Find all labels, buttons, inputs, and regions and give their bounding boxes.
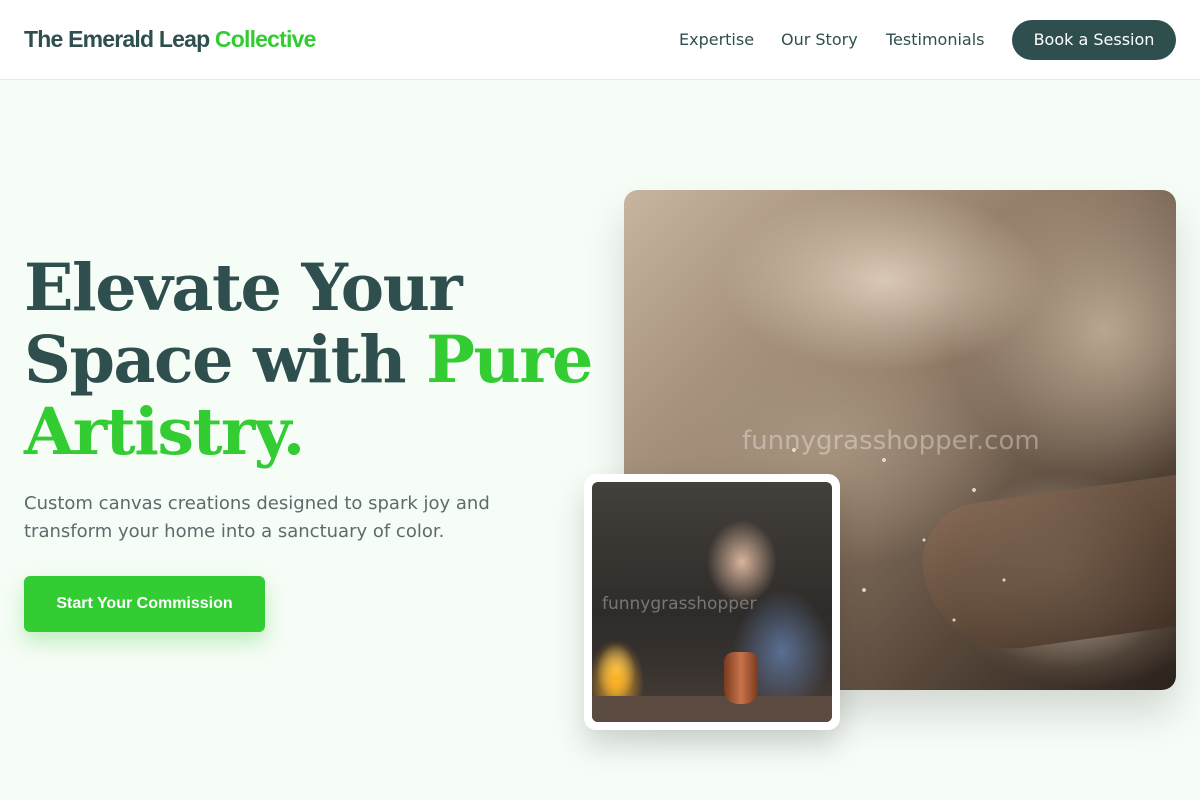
headline-line-1: Elevate Your bbox=[24, 250, 463, 326]
headline-accent-artistry: Artistry. bbox=[24, 394, 305, 470]
start-commission-button[interactable]: Start Your Commission bbox=[24, 576, 265, 632]
hero-subtext: Custom canvas creations designed to spar… bbox=[24, 493, 490, 542]
headline-line-2: Space with Pure bbox=[24, 324, 604, 396]
watermark-small: funnygrasshopper bbox=[602, 594, 757, 614]
book-session-button[interactable]: Book a Session bbox=[1012, 20, 1176, 60]
headline-accent-pure: Pure bbox=[426, 322, 593, 398]
artisan-coppersmith-image: funnygrasshopper bbox=[592, 482, 832, 722]
nav-link-our-story[interactable]: Our Story bbox=[781, 30, 858, 49]
hero-headline: Elevate Your Space with Pure Artistry. bbox=[24, 252, 604, 468]
artisan-image-card: funnygrasshopper bbox=[584, 474, 840, 730]
workbench-shape bbox=[592, 696, 832, 722]
nav-link-testimonials[interactable]: Testimonials bbox=[886, 30, 985, 49]
site-header: The Emerald Leap Collective Expertise Ou… bbox=[0, 0, 1200, 80]
copper-pot-shape bbox=[724, 652, 758, 704]
headline-line-2-text: Space with bbox=[24, 322, 407, 398]
nav-link-expertise[interactable]: Expertise bbox=[679, 30, 754, 49]
